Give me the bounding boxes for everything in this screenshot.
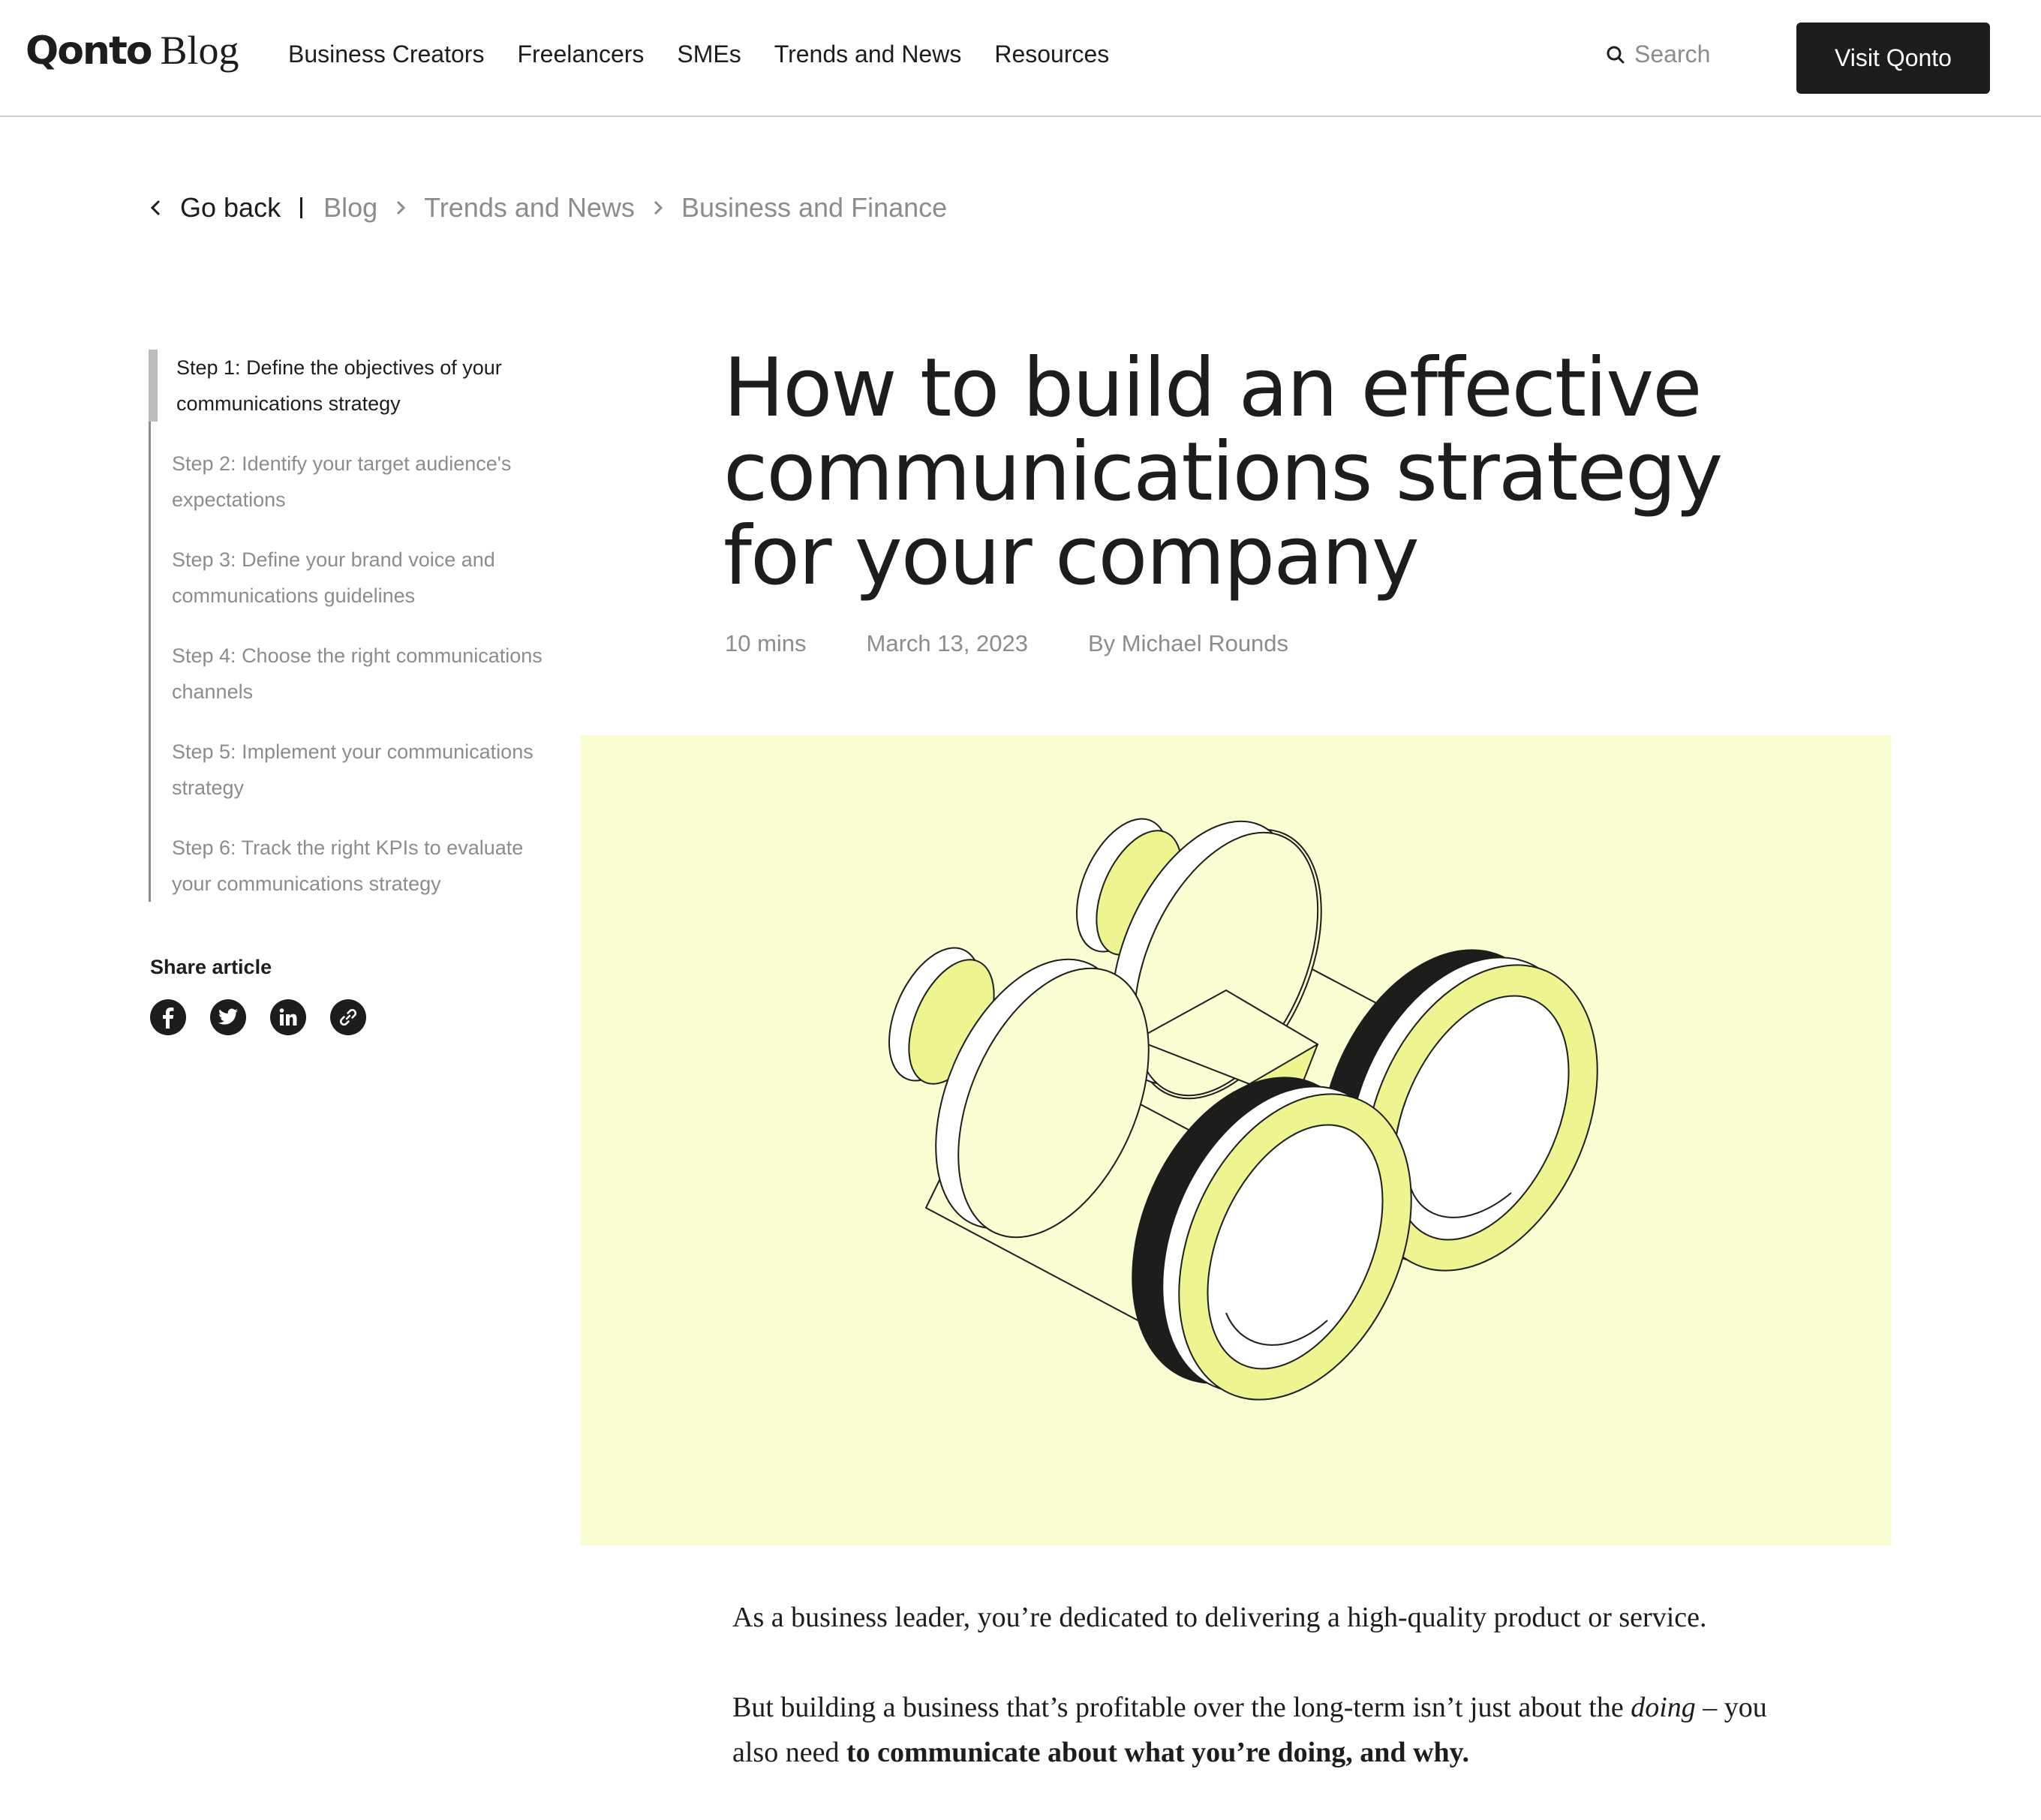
breadcrumb-business-and-finance[interactable]: Business and Finance xyxy=(681,192,947,224)
visit-qonto-button[interactable]: Visit Qonto xyxy=(1796,23,1990,94)
main-nav: Business Creators Freelancers SMEs Trend… xyxy=(288,41,1109,68)
qonto-blog-logo[interactable]: Qonto Blog xyxy=(26,27,239,80)
share-buttons xyxy=(150,999,366,1035)
toc-item-step-6[interactable]: Step 6: Track the right KPIs to evaluate… xyxy=(151,830,554,902)
go-back-link[interactable]: Go back xyxy=(149,192,281,224)
toc-item-step-1[interactable]: Step 1: Define the objectives of your co… xyxy=(149,350,554,422)
facebook-icon[interactable] xyxy=(150,999,186,1035)
toc-item-step-4[interactable]: Step 4: Choose the right communications … xyxy=(151,638,554,710)
publish-date: March 13, 2023 xyxy=(866,630,1028,656)
read-time: 10 mins xyxy=(725,630,807,656)
linkedin-icon[interactable] xyxy=(270,999,306,1035)
author: By Michael Rounds xyxy=(1087,630,1289,656)
search-input[interactable] xyxy=(1634,41,1754,68)
toc-item-step-3[interactable]: Step 3: Define your brand voice and comm… xyxy=(151,542,554,614)
table-of-contents: Step 1: Define the objectives of your co… xyxy=(149,350,554,902)
article-meta: 10 mins March 13, 2023 By Michael Rounds xyxy=(725,630,1288,657)
logo-mark: Qonto xyxy=(26,29,153,74)
nav-smes[interactable]: SMEs xyxy=(677,41,741,68)
share-article-title: Share article xyxy=(150,956,272,978)
nav-trends-and-news[interactable]: Trends and News xyxy=(774,41,962,68)
toc-item-step-5[interactable]: Step 5: Implement your communications st… xyxy=(151,734,554,806)
breadcrumb-trends-and-news[interactable]: Trends and News xyxy=(424,192,635,224)
nav-resources[interactable]: Resources xyxy=(994,41,1109,68)
go-back-label: Go back xyxy=(180,192,281,223)
hero-image xyxy=(581,735,1891,1545)
paragraph-2-emphasis: doing xyxy=(1631,1692,1696,1723)
nav-business-creators[interactable]: Business Creators xyxy=(288,41,484,68)
logo-blog-label: Blog xyxy=(160,28,239,73)
twitter-icon[interactable] xyxy=(210,999,246,1035)
breadcrumb: Go back Blog Trends and News Business an… xyxy=(149,192,947,224)
paragraph-1: As a business leader, you’re dedicated t… xyxy=(732,1602,1707,1633)
article-title: How to build an effective communications… xyxy=(723,341,1723,603)
breadcrumb-blog[interactable]: Blog xyxy=(323,192,377,224)
chevron-right-icon xyxy=(394,197,407,219)
paragraph-2: But building a business that’s profitabl… xyxy=(732,1685,1768,1775)
site-header: Qonto Blog Business Creators Freelancers… xyxy=(0,0,2041,117)
binoculars-illustration xyxy=(888,818,1598,1401)
chevron-left-icon xyxy=(150,200,161,216)
toc-item-step-2[interactable]: Step 2: Identify your target audience's … xyxy=(151,446,554,518)
search-icon xyxy=(1607,46,1625,63)
link-icon[interactable] xyxy=(330,999,366,1035)
paragraph-2-strong: to communicate about what you’re doing, … xyxy=(846,1737,1470,1768)
article-body: As a business leader, you’re dedicated t… xyxy=(732,1595,1768,1820)
paragraph-2-text: But building a business that’s profitabl… xyxy=(732,1692,1624,1723)
nav-freelancers[interactable]: Freelancers xyxy=(517,41,644,68)
chevron-right-icon xyxy=(651,197,665,219)
breadcrumb-divider xyxy=(300,197,303,218)
search-box[interactable] xyxy=(1606,41,1754,68)
